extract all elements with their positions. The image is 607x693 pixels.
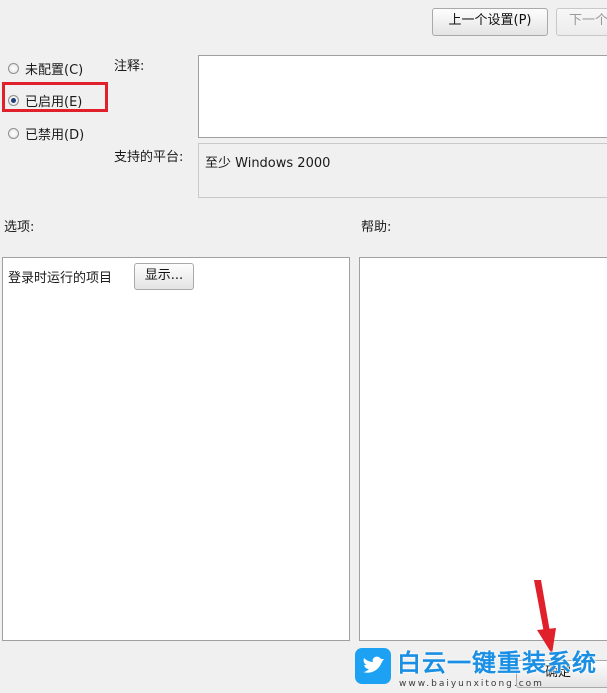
next-setting-button[interactable]: 下一个 [556,8,607,36]
radio-not-configured-label: 未配置(C) [25,62,84,78]
watermark-brand: 白云一键重装系统 [397,649,597,677]
help-pane[interactable] [359,257,607,641]
comment-field[interactable] [198,55,607,138]
options-label: 选项: [4,220,35,235]
comment-label: 注释: [114,59,145,74]
platform-field: 至少 Windows 2000 [198,143,607,198]
watermark-url: www.baiyunxitong.com [399,679,544,689]
options-item-label: 登录时运行的项目 [8,271,113,286]
show-button[interactable]: 显示... [134,263,194,290]
platform-label: 支持的平台: [114,150,184,165]
radio-disabled-label: 已禁用(D) [25,127,85,143]
help-label: 帮助: [361,220,392,235]
radio-not-configured[interactable]: 未配置(C) [8,59,84,78]
watermark-logo: 白云一键重装系统 www.baiyunxitong.com [355,648,607,693]
arrow-shaft [534,580,550,633]
platform-value: 至少 Windows 2000 [205,156,331,171]
options-pane: 登录时运行的项目 显示... [2,257,350,641]
enabled-highlight-box [2,82,108,112]
radio-not-configured-indicator[interactable] [8,62,19,74]
prev-setting-button[interactable]: 上一个设置(P) [432,8,548,36]
radio-disabled[interactable]: 已禁用(D) [8,124,85,143]
radio-disabled-indicator[interactable] [8,127,19,139]
red-arrow-annotation [534,580,556,654]
bird-icon [355,648,391,684]
